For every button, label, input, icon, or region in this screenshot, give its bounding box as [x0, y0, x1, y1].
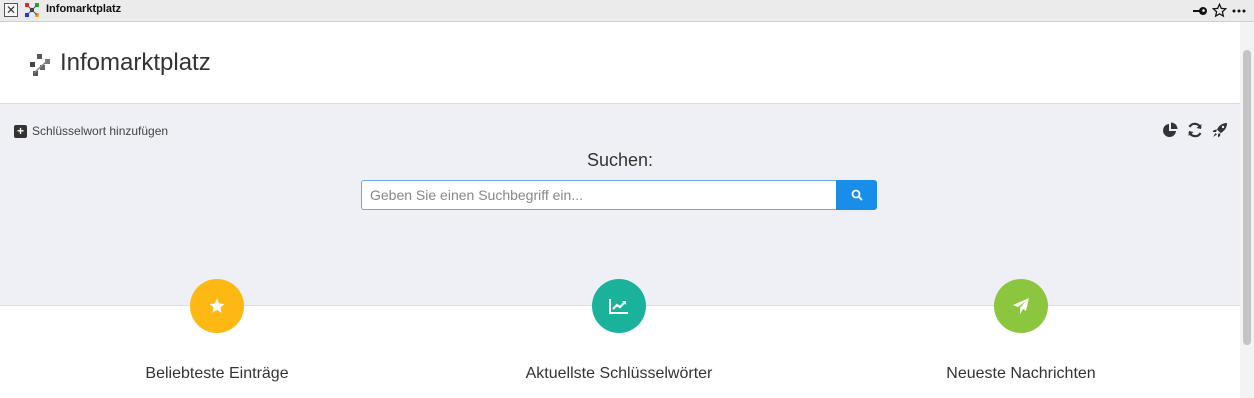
add-keyword-label: Schlüsselwort hinzufügen	[32, 124, 169, 138]
feature-label: Beliebteste Einträge	[145, 365, 289, 382]
feature-latest-keywords[interactable]: Aktuellste Schlüsselwörter	[499, 279, 739, 383]
scrollbar-thumb[interactable]	[1243, 50, 1251, 345]
add-keyword-link[interactable]: + Schlüsselwort hinzufügen	[14, 124, 168, 138]
search-input[interactable]	[361, 180, 836, 210]
site-header: Infomarktplatz	[0, 22, 1240, 104]
features-section: Beliebteste Einträge Aktuellste Schlüsse…	[0, 279, 1240, 398]
scrollbar[interactable]	[1240, 22, 1254, 398]
paper-plane-icon	[994, 279, 1048, 333]
feature-label: Aktuellste Schlüsselwörter	[525, 365, 713, 382]
more-icon[interactable]	[1232, 9, 1246, 13]
window-titlebar: ✕ Infomarktplatz	[0, 0, 1254, 22]
search-button[interactable]	[836, 180, 877, 210]
close-icon[interactable]: ✕	[4, 3, 18, 17]
search-bar	[361, 180, 877, 210]
search-icon	[851, 189, 863, 201]
key-icon[interactable]	[1192, 4, 1208, 18]
star-icon[interactable]	[1212, 3, 1227, 18]
plus-icon: +	[14, 124, 27, 138]
marketplace-logo-icon[interactable]	[28, 53, 52, 77]
pie-chart-icon[interactable]	[1162, 122, 1178, 138]
window-title: Infomarktplatz	[46, 3, 122, 15]
feature-popular-entries[interactable]: Beliebteste Einträge	[97, 279, 337, 383]
star-icon	[190, 279, 244, 333]
search-section: + Schlüsselwort hinzufügen Suchen:	[0, 104, 1240, 305]
rocket-icon[interactable]	[1212, 122, 1228, 138]
tool-icons	[1162, 122, 1228, 138]
refresh-icon[interactable]	[1187, 122, 1203, 138]
feature-label: Neueste Nachrichten	[946, 365, 1096, 382]
favicon-icon	[25, 3, 39, 17]
trend-chart-icon	[592, 279, 646, 333]
search-title: Suchen:	[586, 150, 654, 170]
brand-title[interactable]: Infomarktplatz	[60, 49, 211, 77]
feature-newest-messages[interactable]: Neueste Nachrichten	[901, 279, 1141, 383]
